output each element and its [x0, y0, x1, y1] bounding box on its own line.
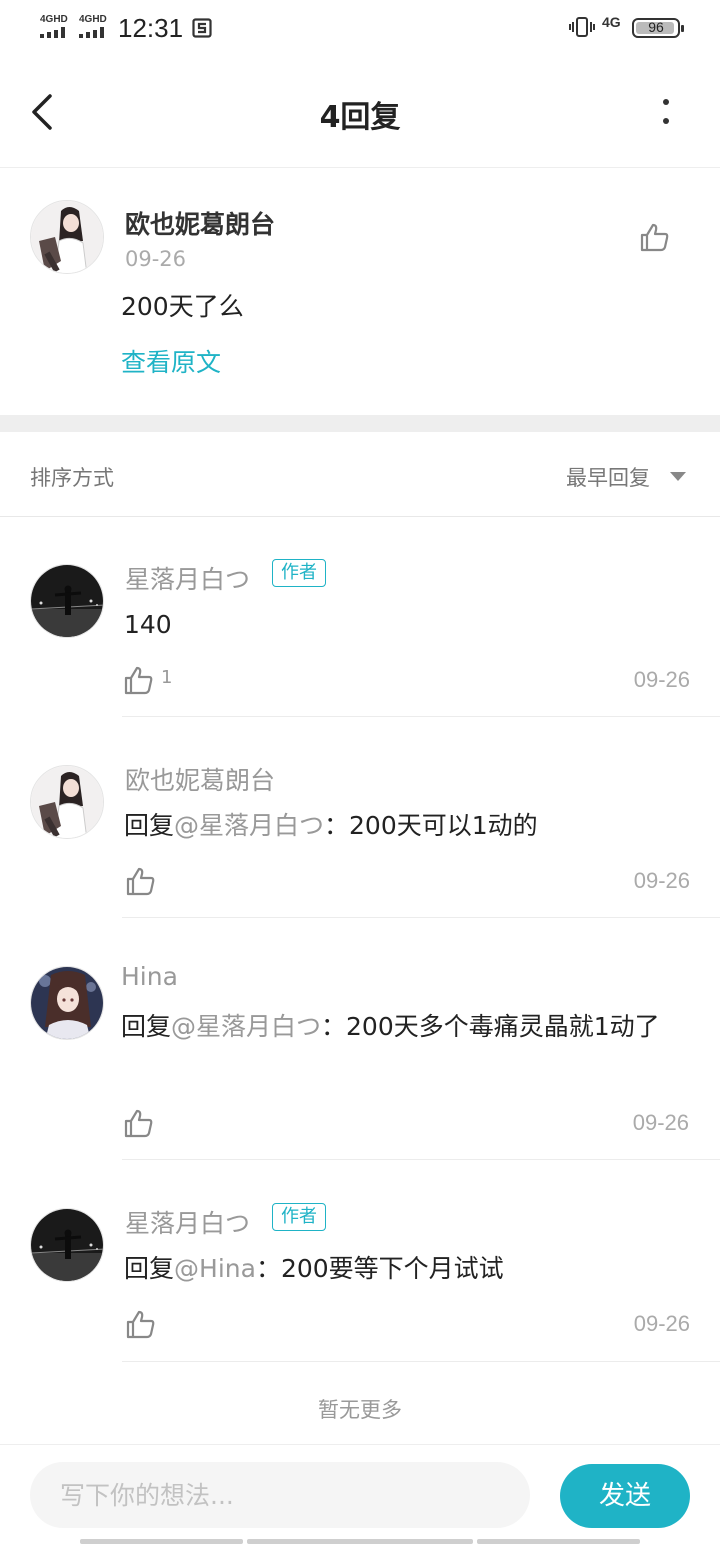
- reply-text: 回复@Hina：200要等下个月试试: [124, 1248, 694, 1290]
- app-header: 4回复: [0, 56, 720, 168]
- author-badge: 作者: [272, 1203, 326, 1231]
- reply-item: 欧也妮葛朗台 回复@星落月白つ：200天可以1动的 09-26: [0, 717, 720, 918]
- mention-link[interactable]: @星落月白つ: [171, 1012, 321, 1041]
- reply-item: Hina 回复@星落月白つ：200天多个毒痛灵晶就1动了 09-26: [0, 918, 720, 1160]
- avatar[interactable]: [30, 200, 104, 274]
- battery-icon: 96: [632, 18, 684, 38]
- avatar[interactable]: [30, 966, 104, 1040]
- thumbs-up-icon[interactable]: [124, 1308, 156, 1340]
- avatar[interactable]: [30, 1208, 104, 1282]
- author-name[interactable]: 星落月白つ: [125, 1204, 250, 1240]
- reply-body: 140: [124, 610, 172, 639]
- comment-input[interactable]: [30, 1462, 530, 1528]
- comment-text: 200天了么: [121, 292, 244, 321]
- thumbs-up-icon[interactable]: [638, 221, 670, 253]
- battery-text: 96: [648, 19, 664, 35]
- mention-link[interactable]: @星落月白つ: [174, 811, 324, 840]
- signal-icon: 4GHD: [40, 14, 74, 40]
- no-more-label: 暂无更多: [318, 1398, 402, 1422]
- sim2-label: 4GHD: [79, 14, 107, 25]
- reply-date: 09-26: [633, 1311, 690, 1336]
- like-count: 1: [161, 667, 173, 688]
- reply-item: 星落月白つ 作者 140 1 09-26: [0, 517, 720, 717]
- author-name[interactable]: 欧也妮葛朗台: [125, 205, 275, 241]
- more-vertical-icon[interactable]: [650, 90, 682, 134]
- view-original-link[interactable]: 查看原文: [121, 343, 221, 379]
- mention-link[interactable]: @Hina: [174, 1254, 256, 1283]
- network-type: 4G: [602, 14, 621, 30]
- status-time: 12:31: [118, 13, 184, 43]
- sync-icon: [192, 18, 212, 38]
- reply-body: ：200天多个毒痛灵晶就1动了: [321, 1012, 660, 1041]
- sort-bar: 排序方式 最早回复: [0, 432, 720, 517]
- thumbs-up-icon[interactable]: [124, 865, 156, 897]
- reply-prefix: 回复: [124, 811, 175, 840]
- thumbs-up-icon[interactable]: [122, 1107, 154, 1139]
- author-badge: 作者: [272, 559, 326, 587]
- reply-text: 回复@星落月白つ：200天多个毒痛灵晶就1动了: [121, 1006, 691, 1048]
- reply-item: 星落月白つ 作者 回复@Hina：200要等下个月试试 09-26: [0, 1160, 720, 1362]
- vibrate-icon: [569, 17, 595, 37]
- divider: [122, 1361, 720, 1362]
- sort-dropdown[interactable]: 最早回复: [566, 462, 650, 492]
- reply-text: 回复@星落月白つ：200天可以1动的: [124, 805, 694, 847]
- reply-prefix: 回复: [124, 1254, 175, 1283]
- author-name[interactable]: 星落月白つ: [125, 560, 250, 596]
- avatar[interactable]: [30, 765, 104, 839]
- avatar[interactable]: [30, 564, 104, 638]
- comment-input-bar: 发送: [0, 1444, 720, 1544]
- caret-down-icon[interactable]: [670, 472, 686, 481]
- comment-date: 09-26: [125, 247, 187, 271]
- reply-date: 09-26: [632, 1110, 689, 1135]
- nav-indicator: [247, 1539, 473, 1544]
- nav-indicator: [477, 1539, 640, 1544]
- page-title: 4回复: [319, 100, 401, 135]
- sort-label: 排序方式: [30, 466, 114, 490]
- author-name[interactable]: 欧也妮葛朗台: [125, 761, 275, 797]
- nav-indicator: [80, 1539, 243, 1544]
- reply-body: ：200天可以1动的: [324, 811, 538, 840]
- reply-date: 09-26: [633, 868, 690, 893]
- section-divider: [0, 415, 720, 432]
- reply-body: ：200要等下个月试试: [255, 1254, 504, 1283]
- status-bar: 4GHD 4GHD 12:31 4G 96: [0, 0, 720, 56]
- thumbs-up-icon[interactable]: [122, 664, 154, 696]
- reply-text: 140: [124, 604, 694, 646]
- signal-icon: 4GHD: [79, 14, 113, 40]
- author-name[interactable]: Hina: [121, 962, 178, 991]
- send-button[interactable]: 发送: [560, 1464, 690, 1528]
- reply-date: 09-26: [633, 667, 690, 692]
- sim1-label: 4GHD: [40, 14, 68, 25]
- reply-prefix: 回复: [121, 1012, 172, 1041]
- original-comment: 欧也妮葛朗台 09-26 200天了么 查看原文: [0, 169, 720, 415]
